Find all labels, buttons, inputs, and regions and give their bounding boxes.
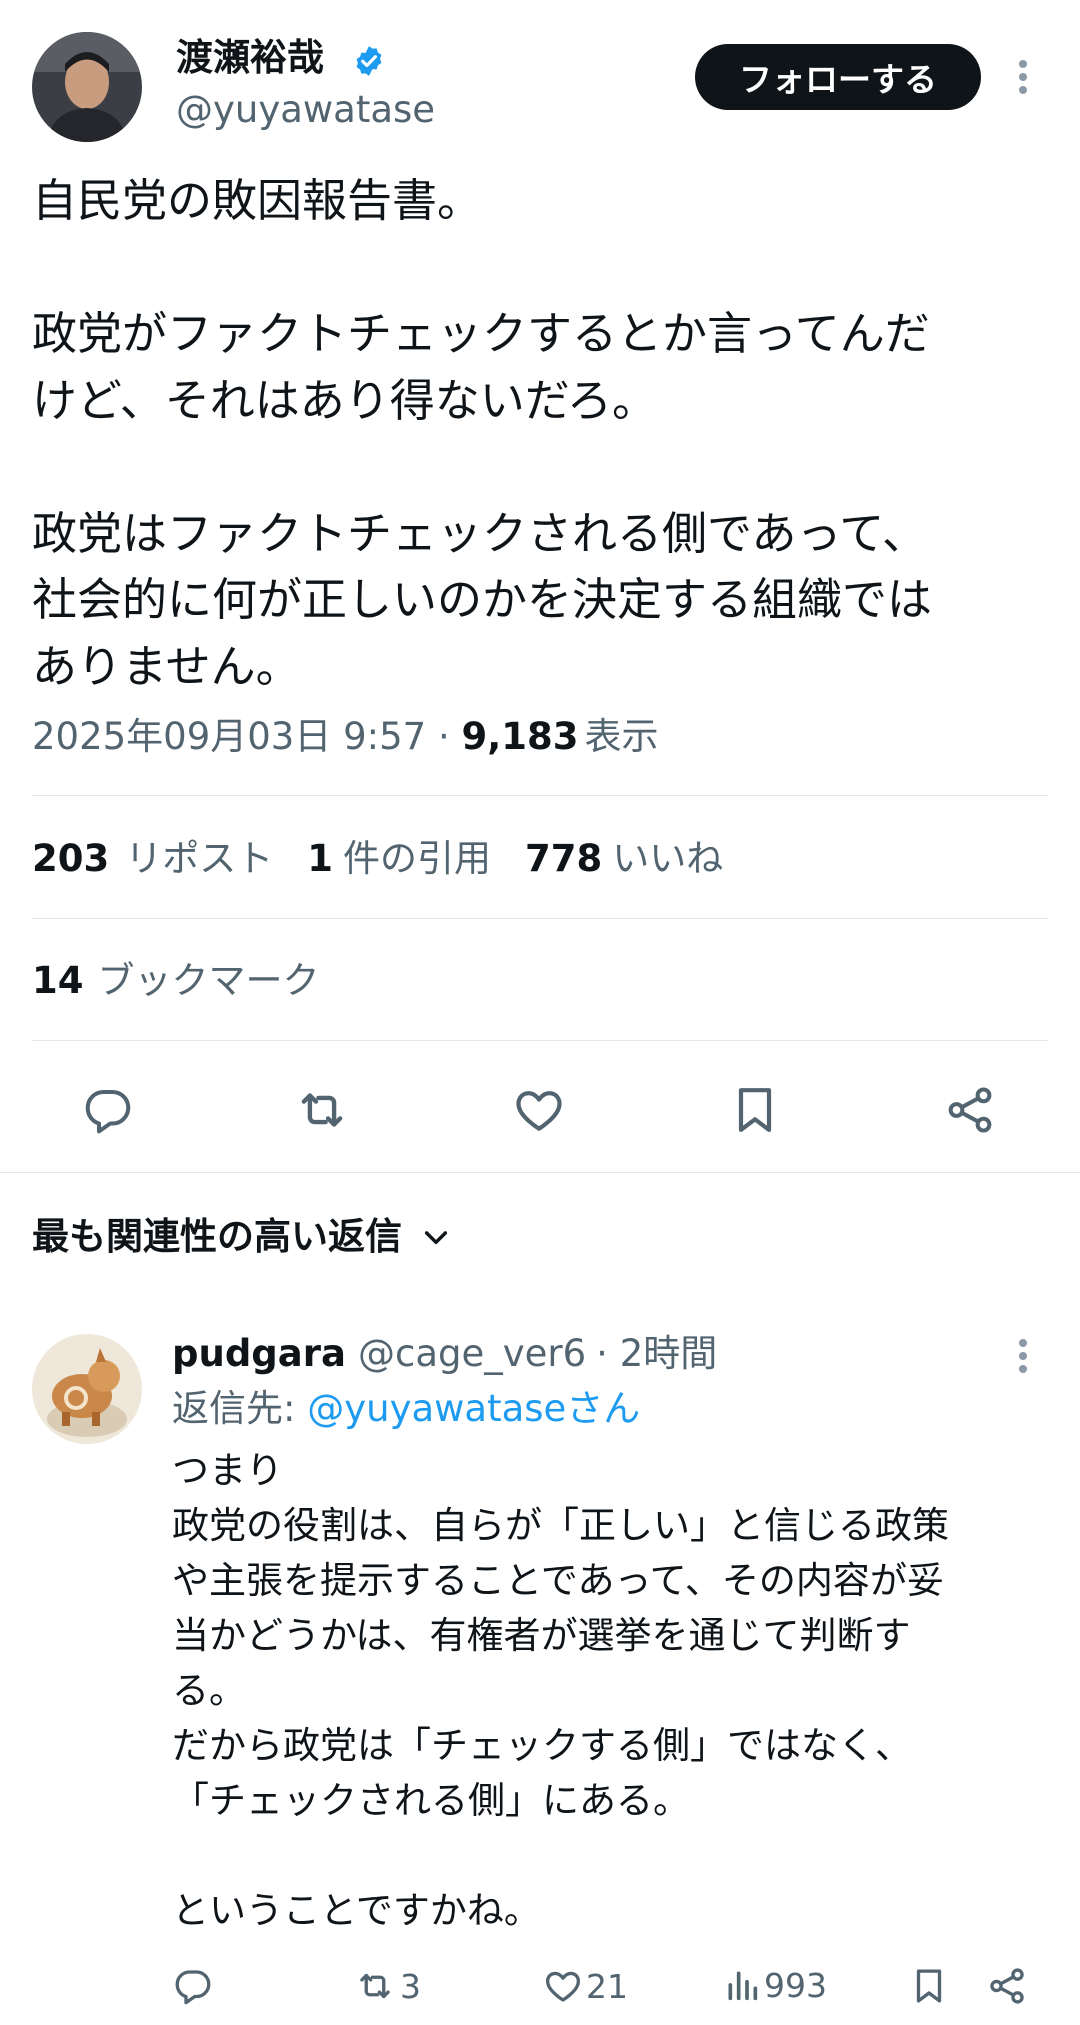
- meta-separator: ·: [426, 715, 462, 758]
- reply-author-handle[interactable]: @cage_ver6: [358, 1332, 586, 1375]
- more-icon[interactable]: [1006, 55, 1040, 99]
- reply-to-handle[interactable]: @yuyawataseさん: [307, 1387, 640, 1430]
- quotes-label: 件の引用: [342, 837, 491, 880]
- reply-time[interactable]: · 2時間: [596, 1332, 717, 1375]
- engagement-stats: 203 リポスト 1 件の引用 778 いいね: [32, 834, 723, 884]
- reply-reply-button[interactable]: [172, 1965, 214, 2007]
- reply-text-line: ということですかね。: [172, 1889, 541, 1932]
- tweet-text-line: 政党はファクトチェックされる側であって、: [32, 506, 928, 560]
- replies-sort-dropdown[interactable]: 最も関連性の高い返信: [32, 1212, 452, 1262]
- replies-sort-label: 最も関連性の高い返信: [32, 1215, 402, 1258]
- reply-text-line: や主張を提示することであって、その内容が妥: [172, 1559, 944, 1602]
- reposts-stat[interactable]: 203 リポスト: [32, 837, 273, 880]
- reply-views-count: 993: [764, 1965, 827, 2005]
- author-name[interactable]: 渡瀬裕哉: [176, 36, 324, 80]
- tweet-text-line: 社会的に何が正しいのかを決定する組織では: [32, 573, 933, 626]
- tweet-text-line: [32, 235, 1052, 302]
- retweet-icon: [352, 1965, 398, 2007]
- divider: [32, 918, 1048, 919]
- reply-text-line: つまり: [172, 1449, 283, 1492]
- quotes-count: 1: [307, 837, 333, 880]
- likes-stat[interactable]: 778 いいね: [525, 837, 723, 880]
- share-icon[interactable]: [940, 1080, 1000, 1140]
- reply-text-line: 「チェックされる側」にある。: [172, 1779, 690, 1822]
- author-avatar[interactable]: [32, 32, 142, 142]
- divider: [0, 1172, 1080, 1173]
- reply-author-name[interactable]: pudgara: [172, 1332, 346, 1375]
- share-icon[interactable]: [986, 1965, 1028, 2007]
- chevron-down-icon: [420, 1221, 452, 1253]
- reply-header: pudgara @cage_ver6 · 2時間: [172, 1329, 717, 1379]
- bookmarks-label: ブックマーク: [97, 959, 320, 1002]
- reply-retweet-count: 3: [400, 1966, 421, 2006]
- tweet-views-count: 9,183: [461, 715, 579, 758]
- tweet-text-line: けど、それはあり得ないだろ。: [32, 373, 658, 427]
- reply-text-line: だから政党は「チェックする側」ではなく、: [172, 1724, 912, 1767]
- quotes-stat[interactable]: 1 件の引用: [307, 837, 491, 880]
- reply-retweet-button[interactable]: 3: [352, 1965, 421, 2007]
- reposts-label: リポスト: [125, 837, 274, 880]
- reply-text-line: [172, 1828, 1052, 1883]
- likes-count: 778: [524, 837, 603, 880]
- author-handle[interactable]: @yuyawatase: [176, 88, 435, 132]
- views-icon: [722, 1965, 762, 2005]
- reposts-count: 203: [32, 837, 110, 880]
- bookmark-icon[interactable]: [725, 1080, 785, 1140]
- retweet-icon[interactable]: [292, 1080, 352, 1140]
- bookmarks-count: 14: [32, 959, 84, 1002]
- reply-text-line: 当かどうかは、有権者が選挙を通じて判断す: [172, 1614, 911, 1657]
- likes-label: いいね: [612, 837, 724, 880]
- more-icon[interactable]: [1006, 1334, 1040, 1378]
- reply-to-prefix: 返信先:: [172, 1387, 308, 1430]
- like-icon: [542, 1965, 584, 2007]
- tweet-text-line: [32, 434, 1052, 501]
- follow-button-label: フォローする: [739, 60, 937, 99]
- reply-text-line: る。: [172, 1669, 246, 1712]
- reply-avatar[interactable]: [32, 1334, 142, 1444]
- reply-to: 返信先: @yuyawataseさん: [172, 1384, 640, 1434]
- tweet-text-line: 自民党の敗因報告書。: [32, 174, 483, 227]
- reply-like-button[interactable]: 21: [542, 1965, 628, 2007]
- bookmarks-stat[interactable]: 14 ブックマーク: [32, 956, 320, 1006]
- tweet-text-line: 政党がファクトチェックするとか言ってんだ: [32, 307, 930, 360]
- reply-text-line: 政党の役割は、自らが「正しい」と信じる政策: [172, 1504, 949, 1547]
- follow-button[interactable]: フォローする: [695, 44, 981, 110]
- tweet-text: 自民党の敗因報告書。 政党がファクトチェックするとか言ってんだ けど、それはあり…: [32, 168, 1052, 700]
- divider: [32, 795, 1048, 796]
- reply-icon: [172, 1965, 214, 2007]
- reply-views-button[interactable]: 993: [722, 1965, 827, 2005]
- reply-icon[interactable]: [78, 1080, 138, 1140]
- tweet-text-line: ありません。: [32, 639, 301, 693]
- bookmark-icon[interactable]: [908, 1965, 950, 2007]
- tweet-meta: 2025年09月03日 9:57 · 9,183 表示: [32, 714, 659, 760]
- verified-badge-icon: [352, 44, 386, 78]
- reply-like-count: 21: [586, 1966, 628, 2006]
- reply-text: つまり 政党の役割は、自らが「正しい」と信じる政策 や主張を提示することであって…: [172, 1443, 1052, 1938]
- tweet-timestamp[interactable]: 2025年09月03日 9:57: [32, 715, 426, 758]
- like-icon[interactable]: [509, 1080, 569, 1140]
- tweet-views-label: 表示: [584, 715, 659, 758]
- divider: [32, 1040, 1048, 1041]
